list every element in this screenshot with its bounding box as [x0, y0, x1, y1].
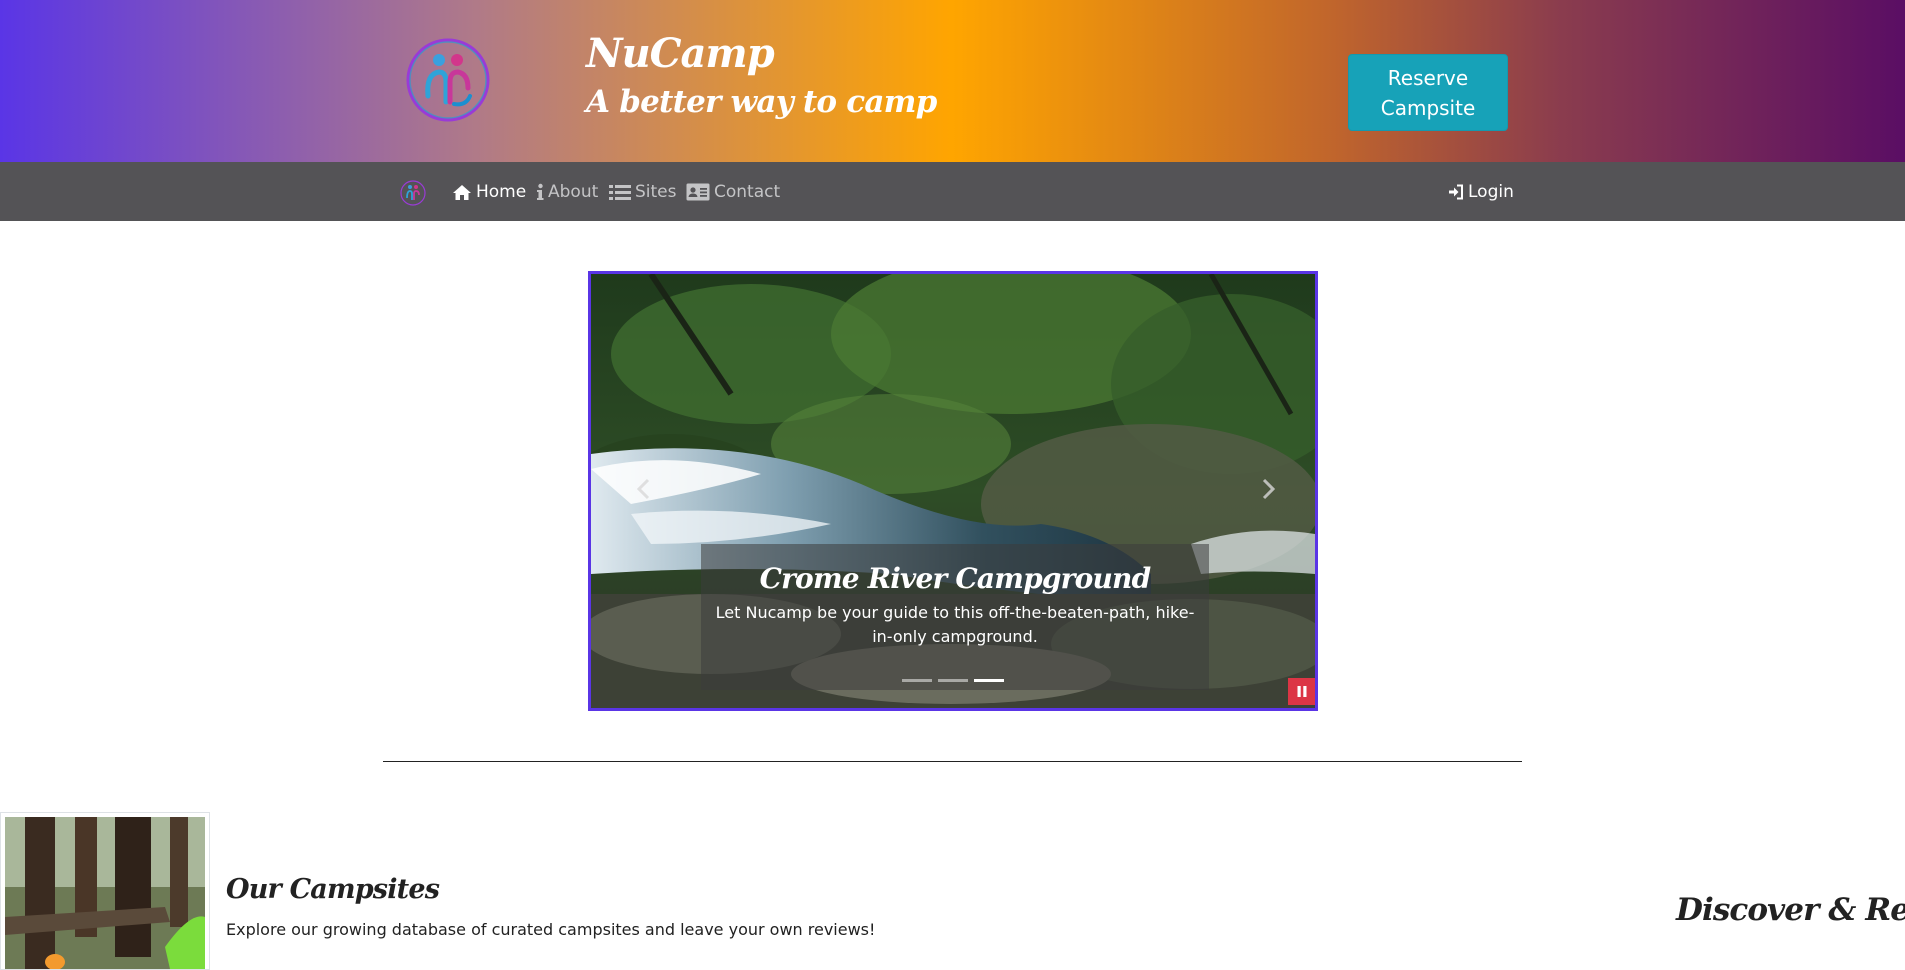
carousel-prev-icon[interactable] — [629, 474, 659, 504]
login-button[interactable]: Login — [1448, 180, 1514, 204]
carousel-indicator[interactable] — [938, 679, 968, 682]
nav-item-label: Home — [476, 182, 527, 202]
nav-item-sites[interactable]: Sites — [609, 180, 677, 204]
address-card-icon — [686, 183, 710, 201]
side-heading: Discover & Review — [1676, 892, 1905, 928]
nav-item-label: About — [548, 182, 599, 202]
nav-item-label: Contact — [714, 182, 781, 202]
login-label: Login — [1468, 182, 1514, 202]
nav-item-contact[interactable]: Contact — [686, 180, 780, 204]
image-carousel: Crome River Campground Let Nucamp be you… — [588, 271, 1318, 711]
carousel-indicator[interactable] — [902, 679, 932, 682]
brand-tagline: A better way to camp — [586, 84, 937, 120]
info-icon — [537, 183, 544, 200]
navbar-logo-icon[interactable] — [400, 180, 426, 206]
sign-in-icon — [1449, 184, 1463, 200]
carousel-caption: Crome River Campground Let Nucamp be you… — [701, 544, 1209, 690]
caption-text: Let Nucamp be your guide to this off-the… — [715, 603, 1195, 646]
carousel-indicators — [591, 679, 1315, 682]
nav-item-label: Sites — [635, 182, 677, 202]
campsite-photo — [5, 817, 205, 969]
carousel-next-icon[interactable] — [1253, 474, 1283, 504]
carousel-pause-button[interactable] — [1288, 678, 1315, 705]
reserve-campsite-button[interactable]: Reserve Campsite — [1348, 54, 1508, 131]
section-divider — [383, 761, 1522, 762]
pause-icon — [1297, 686, 1306, 697]
campsite-thumbnail — [0, 812, 210, 970]
home-icon — [453, 184, 471, 200]
caption-title: Crome River Campground — [759, 562, 1152, 595]
section-text: Explore our growing database of curated … — [226, 920, 876, 939]
brand-title: NuCamp — [586, 30, 775, 77]
carousel-indicator[interactable] — [974, 679, 1004, 682]
nav-item-about[interactable]: About — [536, 180, 598, 204]
navbar — [0, 162, 1905, 221]
list-icon — [609, 184, 631, 200]
section-title: Our Campsites — [226, 874, 440, 905]
nav-item-home[interactable]: Home — [452, 180, 526, 204]
nucamp-logo — [406, 38, 490, 122]
header-jumbotron: NuCamp A better way to camp Reserve Camp… — [0, 0, 1905, 162]
